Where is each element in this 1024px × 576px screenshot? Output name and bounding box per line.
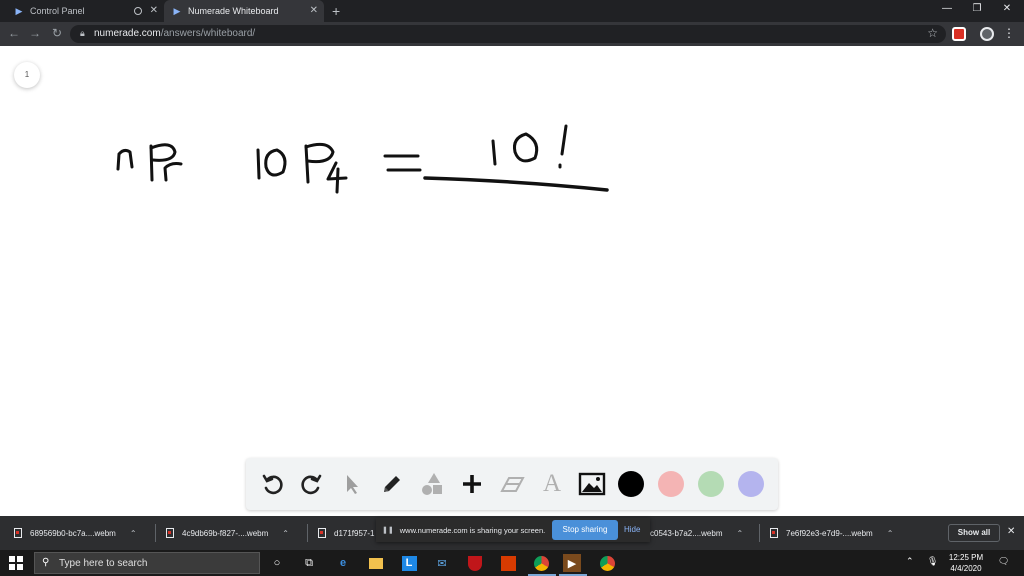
taskbar-clock[interactable]: 12:25 PM 4/4/2020 [942, 552, 990, 574]
file-icon [318, 528, 326, 538]
drawing-toolbar: A [246, 458, 778, 510]
numerade-logo-icon: ▶ [173, 6, 181, 16]
numerade-logo-icon: ▶ [15, 6, 23, 16]
tab-title: Numerade Whiteboard [188, 6, 279, 16]
divider [307, 524, 308, 542]
stop-sharing-button[interactable]: Stop sharing [552, 520, 618, 540]
notification-icon[interactable]: 🗨︎ [998, 556, 1009, 567]
download-item[interactable]: d171f957-1 [318, 525, 374, 541]
taskbar-search[interactable]: ⚲ Type here to search [34, 552, 260, 574]
cortana-icon[interactable]: ○ [268, 554, 286, 572]
download-filename: d171f957-1 [334, 528, 375, 538]
divider [155, 524, 156, 542]
browser-tab-strip: ▶ Control Panel ✕ ▶ Numerade Whiteboard … [0, 0, 1024, 22]
windows-taskbar: ⚲ Type here to search ○ ⧉ e L ✉ ▶ ⌃ 🎙︎ 1… [0, 550, 1024, 576]
profile-avatar-icon[interactable] [980, 27, 994, 41]
download-item[interactable]: c0543-b7a2....webm ⌃ [650, 525, 743, 541]
url-text: numerade.com/answers/whiteboard/ [94, 28, 255, 39]
clock-time: 12:25 PM [948, 553, 984, 562]
tab-numerade-whiteboard[interactable]: ▶ Numerade Whiteboard ✕ [164, 0, 324, 22]
tray-chevron-up-icon[interactable]: ⌃ [906, 556, 914, 567]
close-window-icon[interactable]: ✕ [992, 3, 1022, 14]
bookmark-star-icon[interactable]: ☆ [927, 26, 938, 40]
chevron-up-icon[interactable]: ⌃ [737, 529, 744, 538]
color-swatch-pink[interactable] [658, 471, 684, 497]
show-all-button[interactable]: Show all [948, 524, 1000, 542]
divider [759, 524, 760, 542]
office-icon[interactable] [499, 554, 517, 572]
extension-icon[interactable] [952, 27, 966, 41]
app-l-icon[interactable]: L [400, 554, 418, 572]
url-path: /answers/whiteboard/ [160, 28, 256, 39]
shapes-icon[interactable] [418, 470, 446, 498]
pause-icon: ❚❚ [382, 527, 394, 534]
color-swatch-lavender[interactable] [738, 471, 764, 497]
mcafee-icon[interactable] [466, 554, 484, 572]
chrome-icon[interactable] [598, 554, 616, 572]
close-shelf-icon[interactable]: ✕ [1007, 526, 1015, 537]
tab-control-panel[interactable]: ▶ Control Panel ✕ [6, 0, 164, 22]
mail-icon[interactable]: ✉ [433, 554, 451, 572]
microphone-icon[interactable]: 🎙︎ [927, 556, 938, 567]
recording-icon [134, 7, 142, 15]
edge-icon[interactable]: e [334, 554, 352, 572]
image-icon[interactable] [578, 470, 606, 498]
color-swatch-black[interactable] [618, 471, 644, 497]
browser-toolbar: ← → ↻ 🔒︎ numerade.com/answers/whiteboard… [0, 22, 1024, 46]
download-item[interactable]: 7e6f92e3-e7d9-....webm ⌃ [770, 525, 893, 541]
plus-icon[interactable] [458, 470, 486, 498]
download-filename: 7e6f92e3-e7d9-....webm [786, 528, 873, 538]
search-icon: ⚲ [42, 557, 50, 568]
address-bar[interactable]: 🔒︎ numerade.com/answers/whiteboard/ ☆ [70, 25, 946, 43]
search-placeholder: Type here to search [59, 558, 148, 569]
file-icon [166, 528, 174, 538]
file-icon [14, 528, 22, 538]
screen-share-bar: ❚❚ www.numerade.com is sharing your scre… [376, 518, 650, 542]
undo-icon[interactable] [258, 470, 286, 498]
text-icon[interactable]: A [538, 470, 566, 498]
url-host: numerade.com [94, 28, 161, 39]
file-icon [770, 528, 778, 538]
download-filename: 689569b0-bc7a....webm [30, 528, 116, 538]
minimize-icon[interactable]: — [932, 3, 962, 14]
eraser-icon[interactable] [498, 470, 526, 498]
chevron-up-icon[interactable]: ⌃ [282, 529, 289, 538]
task-view-icon[interactable]: ⧉ [300, 554, 318, 572]
download-item[interactable]: 689569b0-bc7a....webm ⌃ [14, 525, 137, 541]
new-tab-icon[interactable]: + [332, 3, 340, 19]
chevron-up-icon[interactable]: ⌃ [130, 529, 137, 538]
color-swatch-green[interactable] [698, 471, 724, 497]
whiteboard-canvas[interactable]: 1 [0, 46, 1024, 516]
restore-icon[interactable]: ❐ [962, 3, 992, 14]
download-filename: c0543-b7a2....webm [650, 528, 723, 538]
close-tab-icon[interactable]: ✕ [310, 5, 318, 16]
share-message: www.numerade.com is sharing your screen. [399, 525, 546, 535]
reload-icon[interactable]: ↻ [49, 26, 65, 40]
back-icon[interactable]: ← [6, 26, 22, 40]
browser-menu-icon[interactable]: ⋮ [1003, 26, 1015, 40]
forward-icon[interactable]: → [27, 26, 43, 40]
windows-start-icon[interactable] [9, 556, 23, 570]
tab-title: Control Panel [30, 6, 85, 16]
close-tab-icon[interactable]: ✕ [150, 5, 158, 16]
file-explorer-icon[interactable] [367, 554, 385, 572]
chevron-up-icon[interactable]: ⌃ [887, 529, 894, 538]
redo-icon[interactable] [298, 470, 326, 498]
handwriting-ink [116, 124, 609, 194]
video-player-icon[interactable]: ▶ [563, 554, 581, 572]
clock-date: 4/4/2020 [950, 564, 982, 573]
pencil-icon[interactable] [378, 470, 406, 498]
download-filename: 4c9db69b-f827-....webm [182, 528, 269, 538]
hide-button[interactable]: Hide [624, 525, 640, 534]
pointer-icon[interactable] [338, 470, 366, 498]
download-item[interactable]: 4c9db69b-f827-....webm ⌃ [166, 525, 289, 541]
chrome-icon[interactable] [532, 554, 550, 572]
lock-icon: 🔒︎ [80, 28, 85, 38]
